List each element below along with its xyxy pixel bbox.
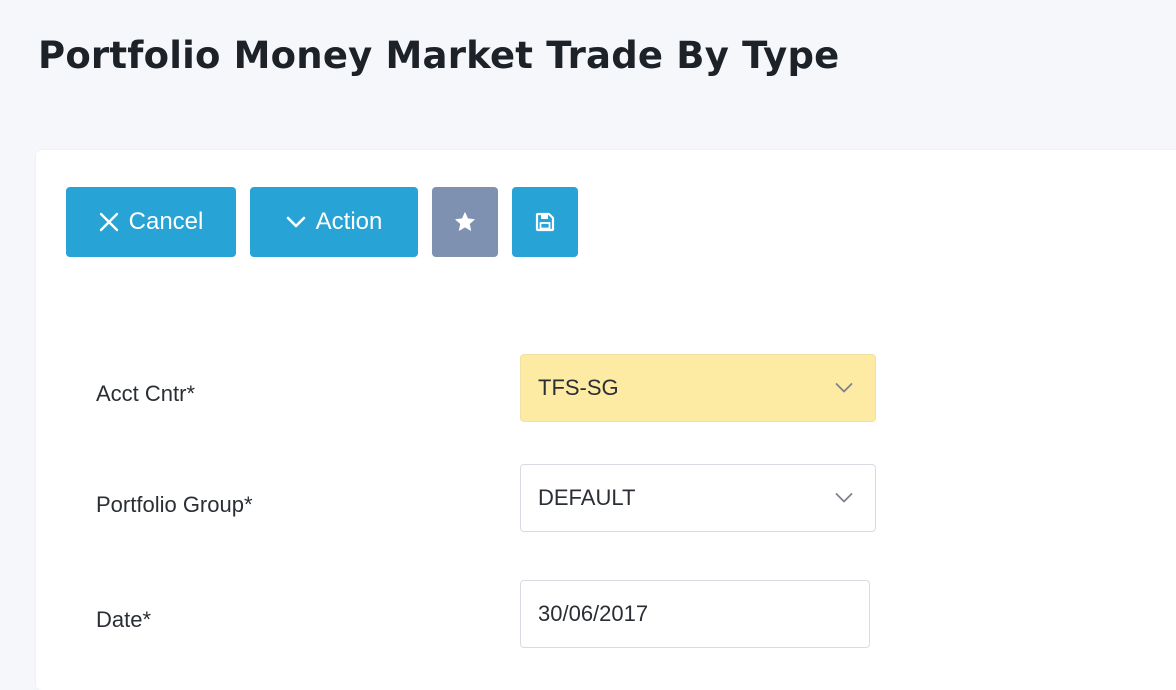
star-icon — [454, 211, 476, 233]
date-label: Date* — [96, 607, 152, 632]
page-title: Portfolio Money Market Trade By Type — [38, 34, 840, 77]
cancel-button[interactable]: Cancel — [66, 187, 236, 257]
favorite-button[interactable] — [432, 187, 498, 257]
save-icon — [535, 212, 555, 232]
cancel-button-label: Cancel — [128, 208, 204, 235]
form-card: Cancel Action Acct Cntr* TFS-SG Portfoli… — [36, 150, 1176, 690]
portfolio-group-label: Portfolio Group* — [96, 492, 253, 517]
chevron-down-icon — [835, 383, 853, 394]
chevron-down-icon — [286, 215, 306, 229]
acct-cntr-value: TFS-SG — [538, 375, 619, 400]
portfolio-group-select[interactable]: DEFAULT — [520, 464, 876, 532]
acct-cntr-label: Acct Cntr* — [96, 381, 196, 406]
acct-cntr-select[interactable]: TFS-SG — [520, 354, 876, 422]
date-input[interactable]: 30/06/2017 — [520, 580, 870, 648]
action-button[interactable]: Action — [250, 187, 418, 257]
portfolio-group-value: DEFAULT — [538, 485, 636, 510]
chevron-down-icon — [835, 493, 853, 504]
save-button[interactable] — [512, 187, 578, 257]
date-value: 30/06/2017 — [538, 601, 649, 626]
close-icon — [99, 212, 119, 232]
action-button-label: Action — [315, 208, 383, 235]
